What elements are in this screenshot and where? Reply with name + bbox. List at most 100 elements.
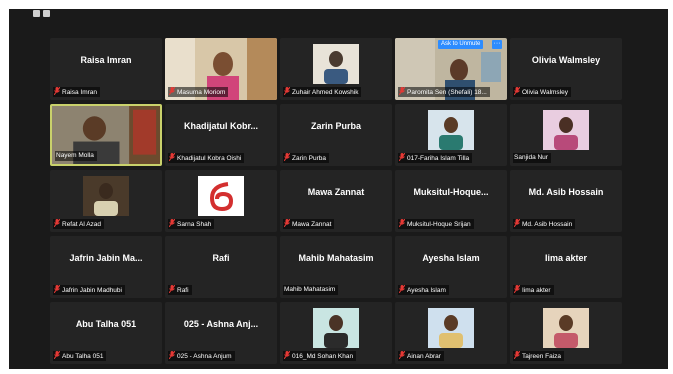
participant-tile[interactable]: Abu Talha 051 Abu Talha 051 [50, 302, 162, 364]
muted-mic-icon [169, 351, 175, 359]
muted-mic-icon [169, 219, 175, 227]
participant-tile[interactable]: Olivia Walmsley Olivia Walmsley [510, 38, 622, 100]
participant-tile[interactable]: Zuhair Ahmed Kowshik [280, 38, 392, 100]
profile-picture [428, 308, 474, 348]
profile-logo-image [198, 176, 244, 216]
view-icon[interactable] [43, 10, 50, 17]
caption-text: Sarna Shah [177, 221, 212, 228]
muted-mic-icon [284, 87, 290, 95]
muted-mic-icon [169, 87, 175, 95]
participant-display-name: Jafrin Jabin Ma... [69, 253, 143, 263]
participant-display-name: Md. Asib Hossain [528, 187, 604, 197]
caption-text: Raisa Imran [62, 89, 98, 96]
caption-text: Tajreen Faiza [522, 353, 562, 360]
participant-tile[interactable]: Refat Al Azad [50, 170, 162, 232]
participant-display-name: Zarin Purba [310, 121, 361, 131]
participant-name-caption: Sanjida Nur [513, 153, 551, 163]
participant-tile[interactable]: Ainan Abrar [395, 302, 507, 364]
participant-tile[interactable]: Rafi Rafi [165, 236, 277, 298]
participant-name-caption: Ainan Abrar [398, 351, 444, 361]
participant-name-caption: Sarna Shah [168, 219, 215, 229]
profile-picture [428, 110, 474, 150]
participant-display-name: Mahib Mahatasim [298, 253, 374, 263]
caption-text: Mawa Zannat [292, 221, 332, 228]
participant-name-caption: 016_Md Sohan Khan [283, 351, 357, 361]
participant-name-caption: Zuhair Ahmed Kowshik [283, 87, 362, 97]
participant-display-name: Raisa Imran [80, 55, 132, 65]
caption-text: 025 - Ashna Anjum [177, 353, 232, 360]
muted-mic-icon [284, 351, 290, 359]
profile-picture [543, 308, 589, 348]
caption-text: Sanjida Nur [514, 154, 548, 161]
participant-name-caption: Ayesha Islam [398, 285, 449, 295]
participant-display-name: Abu Talha 051 [75, 319, 137, 329]
participant-tile[interactable]: Muksitul-Hoque... Muksitul-Hoque Srijan [395, 170, 507, 232]
participant-tile[interactable]: 016_Md Sohan Khan [280, 302, 392, 364]
caption-text: 017-Fariha Islam Tilla [407, 155, 470, 162]
participant-display-name: Olivia Walmsley [531, 55, 601, 65]
participant-name-caption: Raisa Imran [53, 87, 101, 97]
muted-mic-icon [399, 285, 405, 293]
participant-tile[interactable]: Zarin Purba Zarin Purba [280, 104, 392, 166]
caption-text: Masuma Moriom [177, 89, 226, 96]
participant-name-caption: Md. Asib Hossain [513, 219, 576, 229]
meeting-window: Raisa Imran Raisa Imran Masuma Moriom Zuhai… [9, 9, 668, 369]
muted-mic-icon [399, 153, 405, 161]
participant-tile[interactable]: 025 - Ashna Anj... 025 - Ashna Anjum [165, 302, 277, 364]
participant-tile[interactable]: Nayem Molla [50, 104, 162, 166]
participant-display-name: 025 - Ashna Anj... [183, 319, 259, 329]
more-options-button[interactable]: ··· [492, 40, 502, 49]
participant-name-caption: 017-Fariha Islam Tilla [398, 153, 473, 163]
muted-mic-icon [399, 219, 405, 227]
participant-display-name: Mawa Zannat [307, 187, 365, 197]
participant-display-name: Khadijatul Kobr... [183, 121, 258, 131]
participant-tile[interactable]: Iima akter Iima akter [510, 236, 622, 298]
muted-mic-icon [284, 153, 290, 161]
muted-mic-icon [54, 219, 60, 227]
participant-tile[interactable]: Masuma Moriom [165, 38, 277, 100]
caption-text: Ainan Abrar [407, 353, 441, 360]
caption-text: Mahib Mahatasim [284, 286, 336, 293]
participant-tile[interactable]: Raisa Imran Raisa Imran [50, 38, 162, 100]
caption-text: Iima akter [522, 287, 551, 294]
caption-text: Zuhair Ahmed Kowshik [292, 89, 359, 96]
participant-display-name: Rafi [212, 253, 230, 263]
muted-mic-icon [54, 87, 60, 95]
participant-tile[interactable]: Sanjida Nur [510, 104, 622, 166]
participant-name-caption: 025 - Ashna Anjum [168, 351, 235, 361]
participant-tile[interactable]: Sarna Shah [165, 170, 277, 232]
participant-display-name: Muksitul-Hoque... [413, 187, 489, 197]
ask-to-unmute-button[interactable]: Ask to Unmute [438, 40, 484, 49]
muted-mic-icon [514, 351, 520, 359]
participant-name-caption: Muksitul-Hoque Srijan [398, 219, 474, 229]
caption-text: 016_Md Sohan Khan [292, 353, 354, 360]
muted-mic-icon [514, 219, 520, 227]
muted-mic-icon [399, 351, 405, 359]
participant-name-caption: Abu Talha 051 [53, 351, 107, 361]
participant-tile[interactable]: Mawa Zannat Mawa Zannat [280, 170, 392, 232]
participant-name-caption: Paromita Sen (Shefali) 18... [398, 87, 490, 97]
caption-text: Khadijatul Kobra Oishi [177, 155, 242, 162]
caption-text: Rafi [177, 287, 189, 294]
participant-tile[interactable]: Paromita Sen (Shefali) 18... Ask to Unmut… [395, 38, 507, 100]
participant-tile[interactable]: Jafrin Jabin Ma... Jafrin Jabin Madhubi [50, 236, 162, 298]
participant-tile[interactable]: Khadijatul Kobr... Khadijatul Kobra Oishi [165, 104, 277, 166]
caption-text: Jafrin Jabin Madhubi [62, 287, 122, 294]
caption-text: Zarin Purba [292, 155, 326, 162]
participant-tile[interactable]: Mahib Mahatasim Mahib Mahatasim [280, 236, 392, 298]
participant-tile[interactable]: Ayesha Islam Ayesha Islam [395, 236, 507, 298]
muted-mic-icon [54, 285, 60, 293]
participant-name-caption: Mahib Mahatasim [283, 285, 339, 295]
view-icon[interactable] [33, 10, 40, 17]
profile-picture [313, 308, 359, 348]
caption-text: Md. Asib Hossain [522, 221, 573, 228]
participant-display-name: Iima akter [544, 253, 588, 263]
muted-mic-icon [284, 219, 290, 227]
participant-name-caption: Refat Al Azad [53, 219, 105, 229]
muted-mic-icon [514, 87, 520, 95]
participant-name-caption: Jafrin Jabin Madhubi [53, 285, 125, 295]
participant-name-caption: Olivia Walmsley [513, 87, 571, 97]
participant-tile[interactable]: Tajreen Faiza [510, 302, 622, 364]
participant-tile[interactable]: 017-Fariha Islam Tilla [395, 104, 507, 166]
participant-tile[interactable]: Md. Asib Hossain Md. Asib Hossain [510, 170, 622, 232]
